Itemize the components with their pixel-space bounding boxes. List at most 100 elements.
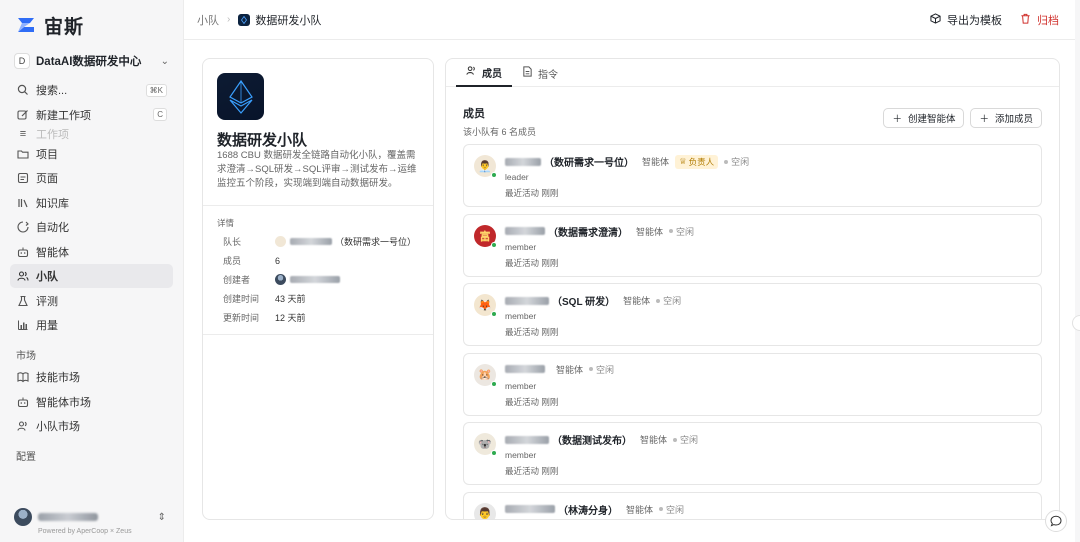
sidebar-item-automation[interactable]: 自动化 (10, 215, 173, 239)
chat-icon (1050, 515, 1062, 527)
member-type: 智能体 (640, 435, 668, 445)
user-name-redacted (38, 513, 98, 521)
sidebar-item-label: 新建工作项 (36, 109, 91, 122)
cube-icon (930, 12, 941, 27)
sidebar-item-team-market[interactable]: 小队市场 (10, 414, 173, 438)
sidebar-item-pages[interactable]: 页面 (10, 166, 173, 190)
member-card[interactable]: 🦊 （SQL 研发） 智能体 空闲 member 最近活动 刚刚 (463, 283, 1042, 346)
sidebar-item-knowledge-base[interactable]: 知识库 (10, 191, 173, 215)
sidebar-item-evaluation[interactable]: 评测 (10, 289, 173, 313)
tab-instructions[interactable]: 指令 (512, 59, 568, 87)
sidebar-item-work-items[interactable]: ≡ 工作项 (10, 127, 173, 141)
crown-icon: ♕ (679, 156, 687, 166)
member-card[interactable]: 富（数据需求澄清） 智能体 空闲 member 最近活动 刚刚 (463, 213, 1042, 277)
member-last-activity: 最近活动 刚刚 (505, 327, 559, 337)
detail-key: 队长 (223, 237, 242, 247)
member-header: （SQL 研发） 智能体 空闲 (505, 293, 681, 308)
library-icon (16, 196, 30, 210)
member-card[interactable]: 👨（林涛分身）智能体空闲member最近活动 刚刚 (463, 491, 1042, 521)
breadcrumb-current: 数据研发小队 (255, 14, 322, 27)
member-type: 智能体 (642, 157, 670, 167)
sidebar: 宙斯 D DataAI数据研发中心 ⌄ 搜索... ⌘K 新建工作项 C ≡ 工… (0, 0, 183, 542)
member-card[interactable]: 👨‍💼 （数研需求一号位） 智能体 ♕ 负责人 空闲 leader 最近活动 刚刚 (463, 144, 1042, 207)
members-subtitle: 该小队有 6 名成员 (463, 127, 537, 137)
detail-row-updated: 更新时间 12 天前 (223, 311, 306, 324)
member-name-redacted (505, 157, 541, 166)
member-name: （数研需求一号位） (544, 158, 634, 169)
badge-label: 负责人 (688, 156, 715, 167)
detail-row-creator: 创建者 (223, 273, 343, 286)
sidebar-item-projects[interactable]: 项目 (10, 142, 173, 166)
tab-members[interactable]: 成员 (456, 59, 512, 87)
sidebar-item-search[interactable]: 搜索... ⌘K (10, 78, 173, 102)
status-label: 空闲 (666, 504, 685, 515)
details-title: 详情 (217, 218, 235, 228)
sidebar-item-agent-market[interactable]: 智能体市场 (10, 390, 173, 414)
chart-icon (16, 318, 30, 332)
add-member-label: 添加成员 (994, 114, 1033, 125)
sidebar-item-teams[interactable]: 小队 (10, 264, 173, 288)
sidebar-item-label: 知识库 (36, 197, 69, 210)
status-badge: 空闲 (724, 155, 749, 168)
create-agent-button[interactable]: ＋ 创建智能体 (883, 108, 965, 128)
plus-icon: ＋ (979, 114, 989, 125)
member-card[interactable]: 🐨 （数据测试发布） 智能体 空闲 member 最近活动 刚刚 (463, 422, 1042, 485)
chat-button[interactable] (1045, 510, 1067, 532)
status-badge: 空闲 (669, 225, 694, 238)
member-header: 智能体 空闲 (505, 363, 614, 376)
archive-label: 归档 (1037, 14, 1059, 27)
detail-key: 更新时间 (223, 313, 260, 323)
workspace-switcher[interactable]: D DataAI数据研发中心 ⌄ (10, 50, 173, 72)
shortcut-badge: ⌘K (145, 83, 167, 97)
member-role: leader (505, 172, 529, 182)
topbar: 小队 › 数据研发小队 导出为模板 归档 (184, 0, 1075, 40)
powered-by: Powered by AperCoop × Zeus (38, 528, 132, 535)
sidebar-item-label: 自动化 (36, 222, 69, 234)
status-dot (589, 367, 594, 371)
member-name-redacted (505, 365, 545, 373)
create-agent-label: 创建智能体 (907, 114, 956, 125)
top-actions: 导出为模板 归档 (930, 12, 1059, 28)
tab-bar: 成员 指令 (446, 59, 1059, 87)
team-logo-icon (238, 13, 251, 26)
archive-button[interactable]: 归档 (1020, 12, 1059, 28)
members-icon (466, 65, 477, 79)
status-badge: 空闲 (589, 363, 614, 376)
detail-row-members: 成员 6 (223, 254, 280, 267)
online-indicator (491, 520, 497, 521)
online-indicator (491, 380, 497, 387)
team-logo (217, 73, 264, 120)
member-header: （数据需求澄清） 智能体 空闲 (505, 224, 694, 239)
team-description: 1688 CBU 数据研发全链路自动化小队，覆盖需求澄清→SQL研发→SQL评审… (217, 150, 417, 189)
divider (203, 334, 433, 335)
sidebar-item-new-work-item[interactable]: 新建工作项 C (10, 103, 173, 127)
brand[interactable]: 宙斯 (16, 12, 173, 38)
breadcrumb-parent[interactable]: 小队 (197, 12, 219, 28)
chevron-updown-icon: ⇕ (157, 511, 166, 523)
avatar (14, 508, 32, 526)
config-section-title: 配置 (16, 452, 36, 463)
add-member-button[interactable]: ＋ 添加成员 (970, 108, 1042, 128)
user-menu[interactable]: ⇕ (14, 508, 166, 526)
logo-icon (18, 18, 34, 32)
detail-value: 6 (275, 255, 281, 266)
member-name: （SQL 研发） (552, 297, 616, 308)
creator-name-redacted (290, 276, 340, 283)
status-dot (724, 159, 729, 164)
sidebar-item-label: 智能体 (36, 246, 69, 259)
leader-name-redacted (290, 238, 332, 245)
team-icon (16, 269, 30, 283)
sidebar-item-label: 智能体市场 (36, 396, 91, 409)
member-card[interactable]: 🐹 智能体 空闲 member 最近活动 刚刚 (463, 352, 1042, 416)
member-role: member (505, 520, 536, 521)
sidebar-item-agents[interactable]: 智能体 (10, 240, 173, 264)
online-indicator (491, 172, 497, 178)
export-template-button[interactable]: 导出为模板 (930, 12, 1002, 28)
sidebar-item-usage[interactable]: 用量 (10, 313, 173, 337)
workspace-badge: D (14, 53, 30, 69)
sidebar-item-skill-market[interactable]: 技能市场 (10, 365, 173, 389)
detail-value: （数研需求一号位） (275, 235, 416, 248)
members-panel: 成员 指令 成员 该小队有 6 名成员 ＋ 创建智能体 ＋ 添加成员 👨‍💼 （数… (445, 58, 1060, 520)
detail-value: 43 天前 (275, 294, 306, 304)
online-indicator (491, 241, 497, 248)
